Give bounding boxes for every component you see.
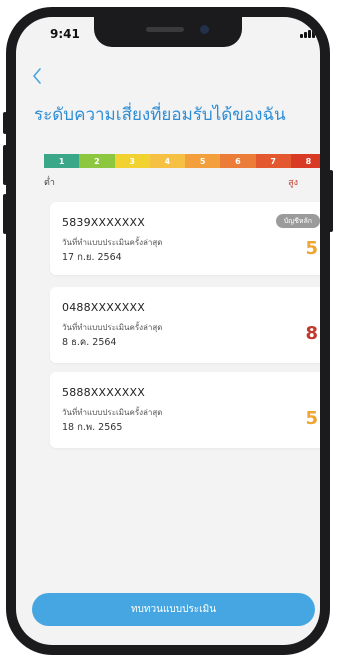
assessment-card[interactable]: 5888XXXXXXX วันที่ทำแบบประเมินครั้งล่าสุ…: [50, 372, 320, 448]
risk-scale: 12345678: [44, 154, 320, 168]
page-title: ระดับความเสี่ยงที่ยอมรับได้ของฉัน: [34, 105, 286, 125]
risk-score: 8: [305, 323, 318, 344]
account-number: 0488XXXXXXX: [62, 301, 145, 314]
scale-low-label: ต่ำ: [44, 178, 55, 188]
account-number: 5888XXXXXXX: [62, 386, 145, 399]
risk-level-5: 5: [185, 154, 221, 168]
camera: [200, 25, 209, 34]
back-button[interactable]: [32, 67, 48, 87]
risk-level-1: 1: [44, 154, 80, 168]
assessment-card[interactable]: 0488XXXXXXX วันที่ทำแบบประเมินครั้งล่าสุ…: [50, 287, 320, 363]
risk-level-6: 6: [220, 154, 256, 168]
assessment-date-label: วันที่ทำแบบประเมินครั้งล่าสุด: [62, 323, 163, 332]
notch: [94, 17, 242, 47]
status-time: 9:41: [50, 27, 80, 41]
assessment-date-label: วันที่ทำแบบประเมินครั้งล่าสุด: [62, 238, 163, 247]
wifi-icon: [318, 28, 320, 32]
assessment-date: 8 ธ.ค. 2564: [62, 337, 117, 348]
speaker: [146, 27, 184, 32]
review-assessment-button[interactable]: ทบทวนแบบประเมิน: [32, 593, 315, 626]
risk-level-2: 2: [79, 154, 115, 168]
phone-frame: 9:41 ระดับความเสี่ยงที่ยอมรับได้ของฉัน 1…: [6, 7, 330, 655]
risk-level-3: 3: [114, 154, 150, 168]
risk-score: 5: [305, 408, 318, 429]
risk-level-8: 8: [290, 154, 320, 168]
assessment-card[interactable]: 5839XXXXXXX บัญชีหลัก วันที่ทำแบบประเมิน…: [50, 202, 320, 275]
primary-account-badge: บัญชีหลัก: [275, 214, 320, 228]
risk-level-7: 7: [255, 154, 291, 168]
risk-score: 5: [305, 238, 318, 259]
risk-level-4: 4: [149, 154, 185, 168]
app-screen: 9:41 ระดับความเสี่ยงที่ยอมรับได้ของฉัน 1…: [16, 17, 320, 645]
account-number: 5839XXXXXXX: [62, 216, 145, 229]
assessment-date: 18 ก.พ. 2565: [62, 422, 123, 433]
assessment-date-label: วันที่ทำแบบประเมินครั้งล่าสุด: [62, 408, 163, 417]
scale-high-label: สูง: [288, 178, 298, 188]
chevron-left-icon: [33, 68, 41, 84]
assessment-date: 17 ก.ย. 2564: [62, 252, 122, 263]
